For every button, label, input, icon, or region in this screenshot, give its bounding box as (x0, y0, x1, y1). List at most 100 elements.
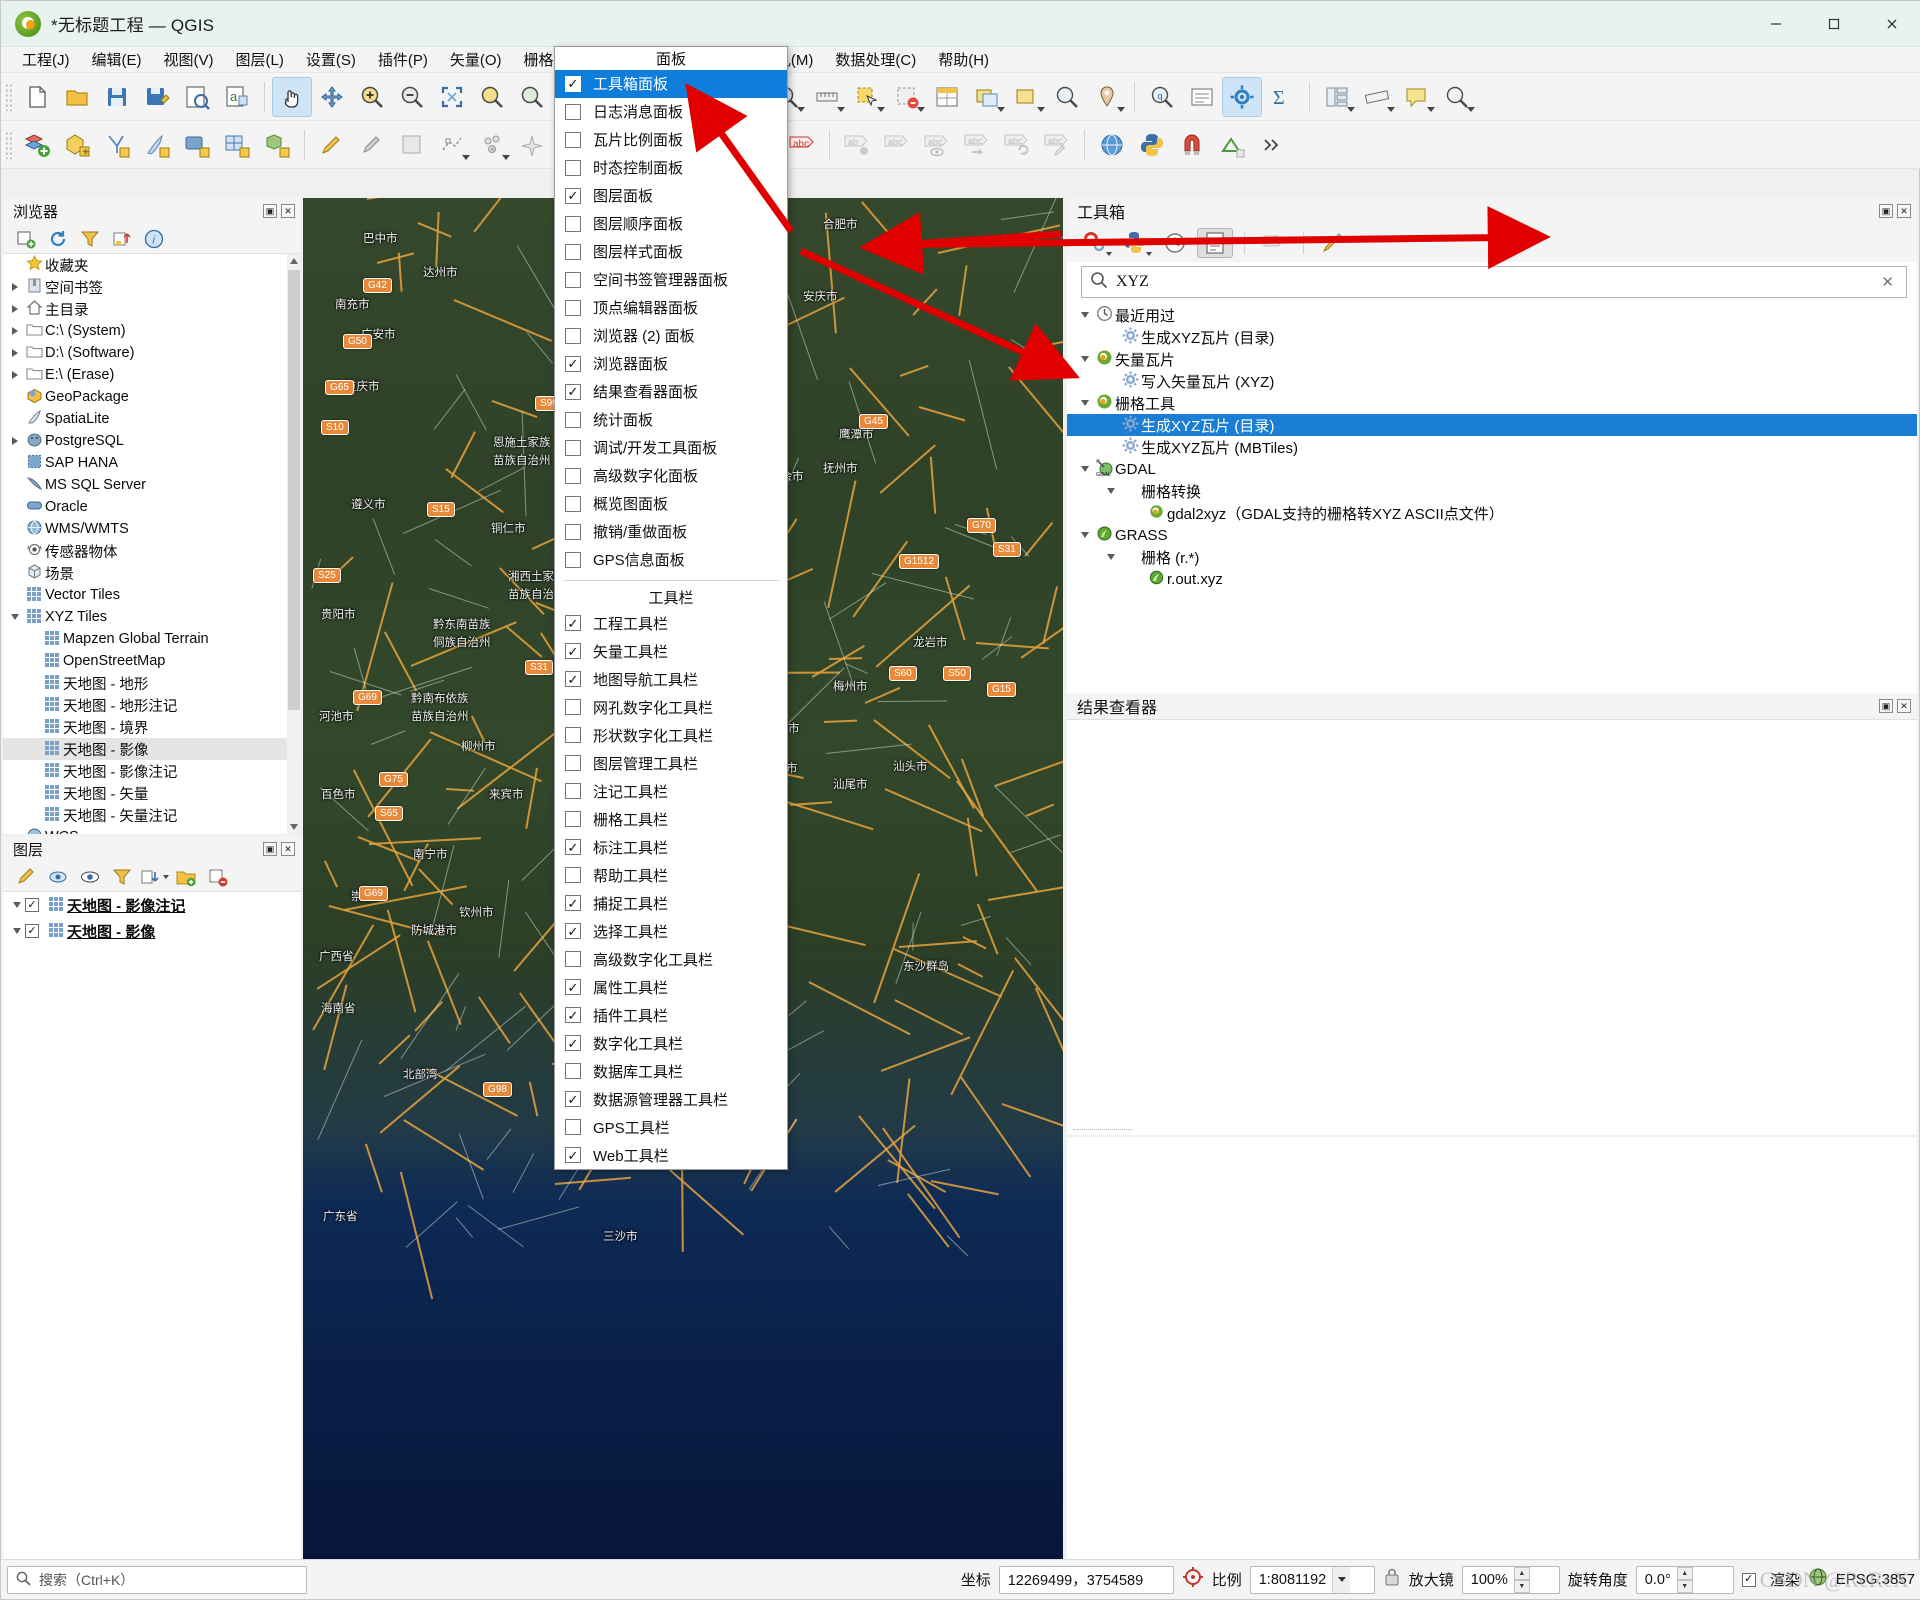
results-float-button[interactable]: ▣ (1879, 699, 1893, 713)
clear-icon[interactable]: ✕ (1877, 273, 1898, 291)
sum-statistics-button[interactable]: Σ (1262, 77, 1302, 117)
chevron-down-icon[interactable] (7, 614, 23, 620)
checkbox[interactable] (565, 299, 581, 316)
chevron-down-icon[interactable] (9, 902, 25, 908)
chevron-right-icon[interactable] (7, 327, 23, 335)
checkbox[interactable]: ✓ (565, 643, 581, 659)
browser-item[interactable]: SAP HANA (3, 452, 301, 474)
history-icon[interactable] (1157, 228, 1193, 258)
edit-label-button[interactable]: abc (1037, 125, 1077, 165)
panel-menu-item[interactable]: GPS信息面板 (555, 546, 787, 574)
checkbox[interactable]: ✓ (565, 1147, 581, 1163)
checkbox[interactable] (565, 699, 581, 715)
layer-list-item[interactable]: ✓ 天地图 - 影像 (3, 918, 301, 944)
toolbar-menu-item[interactable]: ✓ 地图导航工具栏 (555, 665, 787, 693)
browser-item[interactable]: 主目录 (3, 298, 301, 320)
toolbox-tree-item[interactable]: gdal2xyz（GDAL支持的栅格转XYZ ASCII点文件） (1067, 502, 1917, 524)
toolbox-tree-item[interactable]: 栅格转换 (1067, 480, 1917, 502)
checkbox[interactable]: ✓ (565, 75, 581, 92)
browser-item[interactable]: 传感器物体 (3, 540, 301, 562)
checkbox[interactable] (565, 215, 581, 232)
browser-item[interactable]: 天地图 - 境界 (3, 716, 301, 738)
layer-list-item[interactable]: ✓ 天地图 - 影像注记 (3, 892, 301, 918)
browser-item[interactable]: 收藏夹 (3, 254, 301, 276)
toolbox-tree-item[interactable]: 生成XYZ瓦片 (目录) (1067, 414, 1917, 436)
render-checkbox[interactable]: ✓ (1741, 1572, 1756, 1587)
panel-menu-item[interactable]: ✓ 结果查看器面板 (555, 378, 787, 406)
checkbox[interactable]: ✓ (565, 355, 581, 372)
panel-menu-item[interactable]: 统计面板 (555, 406, 787, 434)
collapse-all-icon[interactable] (107, 226, 137, 252)
highlight-labels-button[interactable]: abc (782, 125, 822, 165)
vector-tools-button[interactable] (1212, 125, 1252, 165)
panel-menu-item[interactable]: ✓ 浏览器面板 (555, 350, 787, 378)
show-bookmarks-button[interactable]: q (1142, 77, 1182, 117)
toolbar-menu-item[interactable]: ✓ Web工具栏 (555, 1141, 787, 1169)
checkbox[interactable] (565, 439, 581, 456)
results-viewer-body[interactable] (1067, 719, 1917, 1135)
models-icon[interactable] (1077, 228, 1113, 258)
toolbar-menu-item[interactable]: 栅格工具栏 (555, 805, 787, 833)
add-postgis-layer-button[interactable] (177, 125, 217, 165)
browser-item[interactable]: 天地图 - 影像 (3, 738, 301, 760)
add-spatialite-layer-button[interactable] (217, 125, 257, 165)
toolbar-menu-item[interactable]: 数据库工具栏 (555, 1057, 787, 1085)
chevron-down-icon[interactable] (1077, 532, 1093, 538)
rotation-up[interactable]: ▲ (1676, 1566, 1693, 1580)
browser-scroll-up[interactable] (287, 254, 301, 268)
browser-item[interactable]: WCS (3, 826, 301, 834)
new-print-layout-button[interactable]: a (217, 77, 257, 117)
zoom-out-button[interactable] (392, 77, 432, 117)
panel-menu-item[interactable]: ✓ 工具箱面板 (555, 69, 787, 98)
chevron-down-icon[interactable] (1077, 356, 1093, 362)
menu-vector[interactable]: 矢量(O) (439, 47, 513, 72)
toolbar-menu-item[interactable]: ✓ 标注工具栏 (555, 833, 787, 861)
search-input[interactable] (1108, 273, 1878, 291)
maximize-button[interactable] (1805, 1, 1863, 47)
checkbox[interactable] (565, 467, 581, 484)
chevron-right-icon[interactable] (7, 371, 23, 379)
move-label-button[interactable]: ab (837, 125, 877, 165)
checkbox[interactable] (565, 411, 581, 428)
coordinate-field[interactable]: 12269499，3754589 (998, 1565, 1174, 1594)
panel-menu-item[interactable]: 高级数字化面板 (555, 462, 787, 490)
text-annotation-button[interactable] (1182, 77, 1222, 117)
open-data-source-manager-button[interactable] (1317, 77, 1357, 117)
browser-float-button[interactable]: ▣ (263, 204, 277, 218)
panel-menu-item[interactable]: 瓦片比例面板 (555, 126, 787, 154)
checkbox[interactable] (565, 1063, 581, 1079)
show-map-tips-button[interactable] (1397, 77, 1437, 117)
open-attribute-table-button[interactable] (927, 77, 967, 117)
toolbar-menu-item[interactable]: 网孔数字化工具栏 (555, 693, 787, 721)
toolbar-menu-item[interactable]: ✓ 工程工具栏 (555, 609, 787, 637)
modify-attributes-button[interactable] (512, 125, 552, 165)
toolbox-tree-item[interactable]: 最近用过 (1067, 304, 1917, 326)
checkbox[interactable]: ✓ (565, 1091, 581, 1107)
chevron-down-icon[interactable] (1103, 554, 1119, 560)
toolbar-menu-item[interactable]: ✓ 捕捉工具栏 (555, 889, 787, 917)
checkbox[interactable] (565, 131, 581, 148)
browser-item[interactable]: OpenStreetMap (3, 650, 301, 672)
info-icon[interactable]: i (139, 226, 169, 252)
checkbox[interactable]: ✓ (565, 979, 581, 995)
zoom-to-selection-button[interactable] (472, 77, 512, 117)
toggle-editing-button[interactable] (312, 125, 352, 165)
chevron-down-icon[interactable] (1077, 466, 1093, 472)
browser-item[interactable]: C:\ (System) (3, 320, 301, 342)
menu-view[interactable]: 视图(V) (153, 47, 225, 72)
new-map-view-button[interactable] (967, 77, 1007, 117)
magnifier-up[interactable]: ▲ (1513, 1566, 1530, 1580)
toolbox-tree-item[interactable]: 栅格 (r.*) (1067, 546, 1917, 568)
layers-tree[interactable]: ✓ 天地图 - 影像注记 ✓ 天地图 - 影像 (3, 892, 301, 1561)
multi-edit-button[interactable] (392, 125, 432, 165)
deselect-features-button[interactable] (887, 77, 927, 117)
toolbox-tree-item[interactable]: 栅格工具 (1067, 392, 1917, 414)
toolbar-menu-item[interactable]: 形状数字化工具栏 (555, 721, 787, 749)
browser-item[interactable]: 天地图 - 矢量注记 (3, 804, 301, 826)
checkbox[interactable]: ✓ (565, 1035, 581, 1051)
chevron-down-icon[interactable] (1077, 312, 1093, 318)
locate-icon[interactable] (1182, 1566, 1204, 1593)
chevron-down-icon[interactable] (1103, 488, 1119, 494)
add-layer-icon[interactable] (11, 226, 41, 252)
checkbox[interactable] (565, 327, 581, 344)
